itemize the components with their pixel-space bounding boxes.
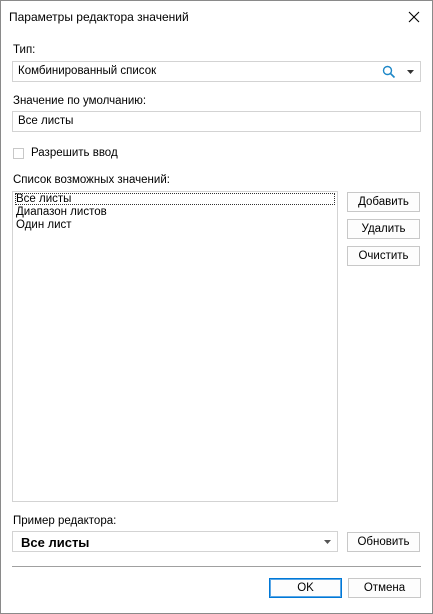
close-icon: [408, 11, 420, 23]
delete-button[interactable]: Удалить: [347, 219, 420, 239]
default-value-input[interactable]: Все листы: [12, 111, 421, 132]
type-label: Тип:: [13, 44, 36, 56]
values-list-label: Список возможных значений:: [13, 174, 170, 186]
allow-input-label: Разрешить ввод: [31, 147, 118, 159]
preview-value: Все листы: [21, 535, 90, 550]
chevron-down-icon[interactable]: [407, 70, 414, 74]
default-value-text: Все листы: [18, 115, 74, 127]
values-listbox[interactable]: Все листы Диапазон листов Один лист: [12, 191, 338, 502]
allow-input-option[interactable]: Разрешить ввод: [13, 147, 118, 159]
chevron-down-icon[interactable]: [324, 540, 331, 544]
type-value: Комбинированный список: [18, 65, 157, 77]
footer-separator: [12, 566, 421, 567]
allow-input-checkbox[interactable]: [13, 147, 24, 159]
list-item[interactable]: Диапазон листов: [15, 206, 337, 218]
preview-combobox[interactable]: Все листы: [12, 531, 338, 552]
ok-button[interactable]: OK: [269, 578, 342, 598]
default-value-label: Значение по умолчанию:: [13, 95, 147, 107]
dialog-window: Параметры редактора значений Тип: Комбин…: [0, 0, 433, 614]
cancel-button[interactable]: Отмена: [348, 578, 421, 598]
clear-button[interactable]: Очистить: [347, 246, 420, 266]
window-title: Параметры редактора значений: [9, 10, 189, 24]
close-button[interactable]: [402, 5, 426, 29]
titlebar: Параметры редактора значений: [1, 1, 432, 33]
search-icon[interactable]: [382, 65, 396, 79]
list-item[interactable]: Все листы: [15, 193, 335, 205]
add-button[interactable]: Добавить: [347, 192, 420, 212]
list-item[interactable]: Один лист: [15, 219, 337, 231]
preview-label: Пример редактора:: [13, 515, 117, 527]
type-combobox[interactable]: Комбинированный список: [12, 61, 421, 82]
refresh-button[interactable]: Обновить: [347, 532, 420, 552]
